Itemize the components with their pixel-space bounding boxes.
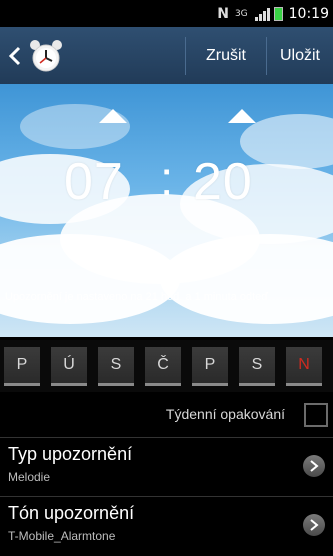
weekly-repeat-checkbox[interactable] — [304, 403, 328, 427]
weekday-selector: P Ú S Č P S N — [0, 340, 333, 392]
alarm-tone-item[interactable]: Tón upozornění T-Mobile_Alarmtone — [0, 497, 333, 555]
weekly-repeat-row: Týdenní opakování — [0, 394, 333, 436]
nfc-icon: N — [217, 5, 229, 22]
day-toggle-saturday[interactable]: S — [239, 347, 275, 386]
day-toggle-tuesday[interactable]: Ú — [51, 347, 87, 386]
minute-value[interactable]: 20 — [193, 152, 253, 212]
alarm-type-value: Melodie — [8, 470, 51, 484]
chevron-right-icon — [303, 514, 325, 536]
time-picker: 07 : 20 Upozornění je nastaveno na 21 ho… — [0, 84, 333, 337]
status-time: 10:19 — [288, 5, 329, 22]
hour-up-arrow-icon[interactable] — [99, 109, 127, 123]
day-toggle-friday[interactable]: P — [192, 347, 228, 386]
time-separator: : — [160, 153, 174, 206]
alarm-tone-title: Tón upozornění — [8, 503, 135, 523]
minute-down-arrow-icon[interactable] — [222, 239, 262, 259]
signal-icon — [254, 7, 270, 21]
back-chevron-icon[interactable] — [4, 43, 26, 69]
cancel-button[interactable]: Zrušit — [186, 27, 266, 84]
hour-value[interactable]: 07 — [64, 152, 124, 212]
battery-icon — [273, 6, 283, 21]
minute-up-arrow-icon[interactable] — [228, 109, 256, 123]
day-toggle-monday[interactable]: P — [4, 347, 40, 386]
status-bar: N 3G 10:19 — [0, 0, 333, 27]
action-bar: Zrušit Uložit — [0, 27, 333, 85]
hour-down-arrow-icon[interactable] — [93, 239, 133, 259]
alarm-type-title: Typ upozornění — [8, 444, 133, 464]
save-button[interactable]: Uložit — [267, 27, 333, 84]
day-toggle-wednesday[interactable]: S — [98, 347, 134, 386]
alarm-type-item[interactable]: Typ upozornění Melodie — [0, 438, 333, 496]
day-toggle-thursday[interactable]: Č — [145, 347, 181, 386]
chevron-right-icon — [303, 455, 325, 477]
alarm-notice: Upozornění je nastaveno na 21 hod. a 1 m… — [5, 291, 269, 303]
weekly-repeat-label: Týdenní opakování — [165, 406, 285, 422]
day-toggle-sunday[interactable]: N — [286, 347, 322, 386]
alarm-tone-value: T-Mobile_Alarmtone — [8, 529, 116, 543]
network-type-icon: 3G — [234, 8, 248, 19]
alarm-clock-icon — [28, 38, 64, 74]
